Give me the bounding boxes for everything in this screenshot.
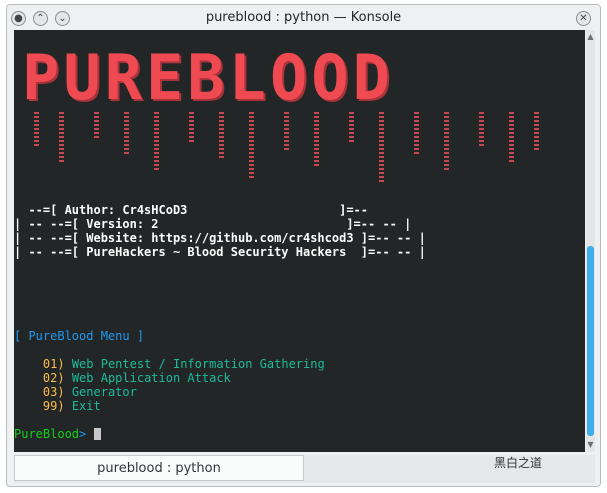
blood-drip [154, 112, 159, 172]
blood-drip [94, 112, 99, 140]
watermark: 黑白之道 [494, 456, 543, 470]
blood-drip [379, 112, 384, 182]
banner-version: | -- --=[ Version: 2 ]=-- -- | [14, 217, 412, 231]
banner-website: | -- --=[ Website: https://github.com/cr… [14, 231, 426, 245]
menu-item: 01) Web Pentest / Information Gathering [42, 357, 325, 371]
blood-drip [479, 112, 484, 146]
blood-drip [314, 112, 319, 166]
konsole-window: ● ⌃ ⌄ pureblood : python — Konsole ✕ PUR… [6, 4, 601, 487]
blood-drip [534, 112, 539, 152]
command-prompt[interactable]: PureBlood> [14, 427, 101, 441]
scrollbar-thumb[interactable] [587, 246, 594, 436]
menu-item: 02) Web Application Attack [42, 371, 231, 385]
close-icon[interactable]: ✕ [576, 11, 591, 26]
tab-pureblood[interactable]: pureblood : python [14, 455, 304, 481]
tab-label: pureblood : python [97, 461, 221, 476]
blood-drip [284, 112, 289, 150]
scroll-up-icon[interactable]: ▲ [586, 32, 595, 41]
blood-drip [59, 112, 64, 162]
blood-drip [219, 112, 224, 160]
menu-item: 99) Exit [42, 399, 101, 413]
blood-drip [444, 112, 449, 170]
scroll-down-icon[interactable]: ▼ [586, 440, 595, 449]
blood-drip [349, 112, 354, 142]
banner-tagline: | -- --=[ PureHackers ~ Blood Security H… [14, 245, 426, 259]
menu-header: [ PureBlood Menu ] [14, 329, 145, 343]
title-bar: ● ⌃ ⌄ pureblood : python — Konsole ✕ [7, 5, 600, 33]
terminal-area[interactable]: PUREBLOOD --=[ Author: Cr4sHCoD3 ]=-- | … [14, 30, 585, 452]
blood-drip [34, 112, 39, 148]
blood-drip [414, 112, 419, 156]
window-title: pureblood : python — Konsole [205, 10, 402, 25]
blood-drip [124, 112, 129, 154]
text-cursor [93, 428, 101, 440]
menu-item: 03) Generator [42, 385, 137, 399]
banner-author: --=[ Author: Cr4sHCoD3 ]=-- [14, 203, 369, 217]
blood-drip [509, 112, 514, 164]
blood-drip [189, 112, 194, 144]
pureblood-logo: PUREBLOOD [22, 41, 394, 114]
scrollbar[interactable]: ▲ ▼ [586, 30, 595, 452]
blood-drip [249, 112, 254, 178]
